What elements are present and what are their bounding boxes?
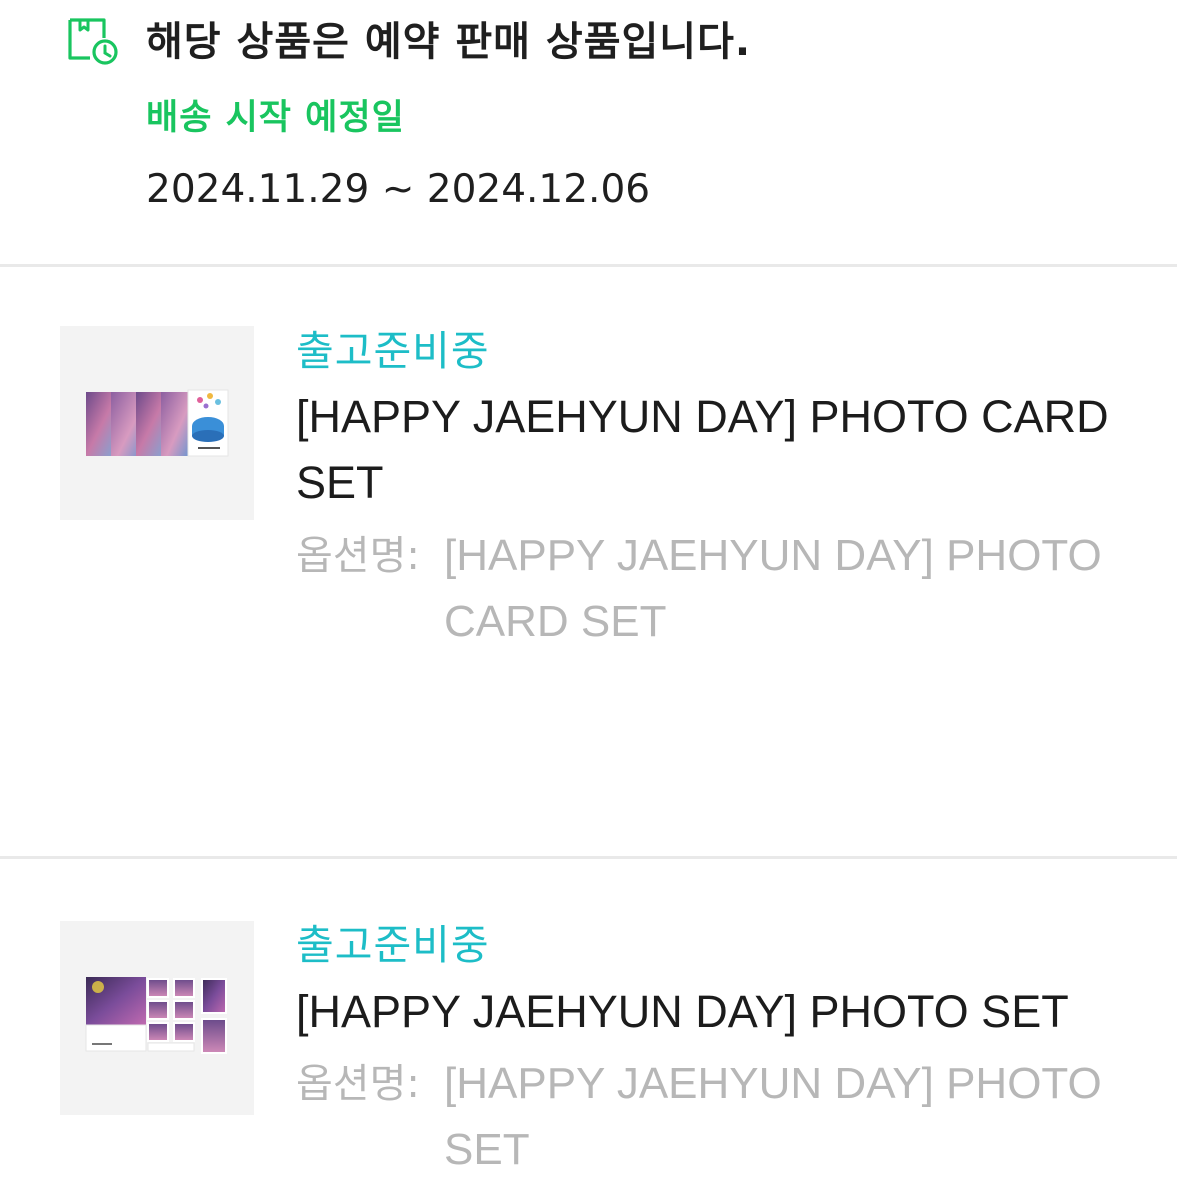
shipping-date-range: 2024.11.29 ~ 2024.12.06 xyxy=(146,167,651,212)
option-label: 옵션명: xyxy=(296,1061,420,1107)
option-value: [HAPPY JAEHYUN DAY] PHOTO CARD SET xyxy=(444,531,1102,646)
option-row: 옵션명: [HAPPY JAEHYUN DAY] PHOTO CARD SET xyxy=(296,523,1126,655)
shipping-status: 출고준비중 xyxy=(296,921,490,969)
shipping-start-label: 배송 시작 예정일 xyxy=(146,98,405,138)
product-name[interactable]: [HAPPY JAEHYUN DAY] PHOTO SET xyxy=(296,979,1116,1045)
option-row: 옵션명: [HAPPY JAEHYUN DAY] PHOTO SET xyxy=(296,1051,1126,1183)
order-item[interactable]: 출고준비중 [HAPPY JAEHYUN DAY] PHOTO CARD SET… xyxy=(0,267,1177,856)
product-thumbnail[interactable] xyxy=(60,326,254,520)
shipping-status: 출고준비중 xyxy=(296,327,490,375)
option-label: 옵션명: xyxy=(296,533,420,579)
photo-card-set-image xyxy=(86,389,229,457)
preorder-notice-title: 해당 상품은 예약 판매 상품입니다. xyxy=(146,19,752,65)
product-thumbnail[interactable] xyxy=(60,921,254,1115)
preorder-notice: 해당 상품은 예약 판매 상품입니다. 배송 시작 예정일 2024.11.29… xyxy=(0,0,1177,265)
product-name[interactable]: [HAPPY JAEHYUN DAY] PHOTO CARD SET xyxy=(296,384,1116,516)
option-value: [HAPPY JAEHYUN DAY] PHOTO SET xyxy=(444,1059,1102,1174)
calendar-clock-icon xyxy=(68,18,118,65)
photo-set-image xyxy=(85,977,227,1054)
order-item[interactable]: 출고준비중 [HAPPY JAEHYUN DAY] PHOTO SET 옵션명:… xyxy=(0,859,1177,1200)
